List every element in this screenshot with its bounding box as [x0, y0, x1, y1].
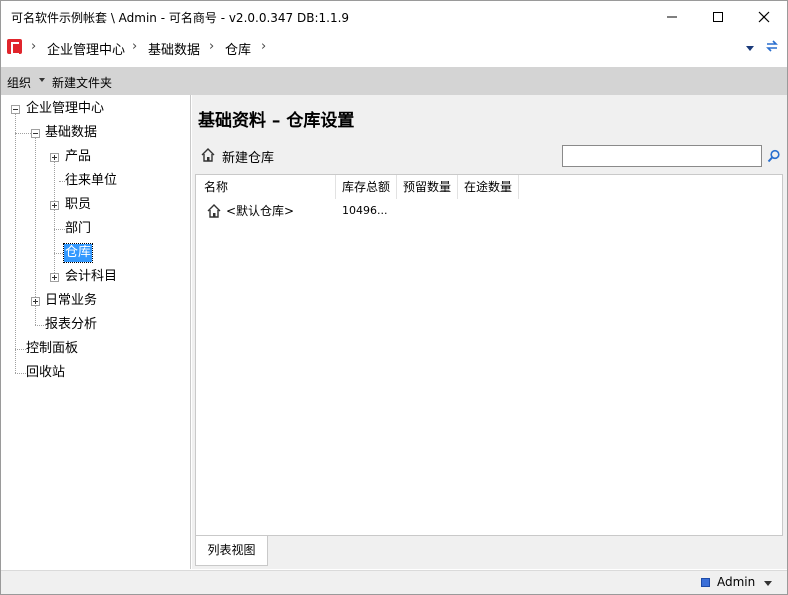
house-icon: [207, 204, 221, 218]
app-logo-icon: [7, 39, 22, 55]
user-icon: [701, 578, 710, 587]
new-warehouse-button[interactable]: 新建仓库: [222, 147, 274, 166]
warehouse-list[interactable]: 名称 库存总额 预留数量 在途数量 <默认仓库> 10496...: [195, 174, 783, 536]
breadcrumb-separator[interactable]: ›: [261, 39, 266, 54]
maximize-icon: [713, 11, 723, 22]
breadcrumb-item-basic-data[interactable]: 基础数据: [148, 39, 200, 58]
collapse-toggle[interactable]: [31, 129, 40, 138]
application-window: 可名软件示例帐套 \ Admin - 可名商号 - v2.0.0.347 DB:…: [0, 0, 788, 595]
main-content: 基础资料 – 仓库设置 新建仓库 名称 库存总额 预留数量 在途数量 <默认仓库…: [192, 95, 787, 569]
tree-node-product[interactable]: 产品: [64, 148, 92, 166]
search-icon[interactable]: [767, 149, 781, 163]
window-title: 可名软件示例帐套 \ Admin - 可名商号 - v2.0.0.347 DB:…: [11, 11, 350, 25]
address-history-dropdown[interactable]: [745, 41, 755, 55]
refresh-icon: [766, 40, 778, 52]
collapse-toggle[interactable]: [11, 105, 20, 114]
search-input[interactable]: [562, 145, 762, 167]
tree-node-department[interactable]: 部门: [64, 220, 92, 238]
maximize-button[interactable]: [695, 1, 741, 32]
breadcrumb-item-warehouse[interactable]: 仓库: [225, 39, 251, 58]
column-header-name[interactable]: 名称: [196, 175, 336, 199]
tree-node-basic-data[interactable]: 基础数据: [44, 124, 98, 142]
table-row[interactable]: <默认仓库> 10496...: [196, 201, 782, 221]
house-icon[interactable]: [200, 147, 216, 163]
chevron-down-icon[interactable]: [764, 581, 772, 586]
expand-toggle[interactable]: [31, 297, 40, 306]
column-header-stock-total[interactable]: 库存总额: [336, 175, 397, 199]
status-bar: Admin: [1, 570, 787, 594]
tree-connector: [15, 133, 31, 134]
breadcrumb-separator[interactable]: ›: [132, 39, 137, 54]
warehouse-name: <默认仓库>: [226, 204, 295, 218]
tree-node-daily-business[interactable]: 日常业务: [44, 292, 98, 310]
address-bar: › 企业管理中心 › 基础数据 › 仓库 ›: [1, 32, 787, 66]
tree-node-reports[interactable]: 报表分析: [44, 316, 98, 334]
organize-menu[interactable]: 组织: [7, 74, 31, 91]
column-header-in-transit[interactable]: 在途数量: [458, 175, 519, 199]
current-user[interactable]: Admin: [717, 575, 755, 589]
tree-node-staff[interactable]: 职员: [64, 196, 92, 214]
tree-node-warehouse[interactable]: 仓库: [62, 243, 94, 263]
new-folder-button[interactable]: 新建文件夹: [52, 74, 112, 91]
chevron-down-icon: [746, 46, 754, 51]
warehouse-stock-total: 10496...: [342, 204, 388, 217]
close-button[interactable]: [741, 1, 787, 32]
refresh-button[interactable]: [763, 37, 781, 58]
title-bar: 可名软件示例帐套 \ Admin - 可名商号 - v2.0.0.347 DB:…: [1, 1, 787, 32]
tree-connector: [54, 161, 55, 277]
tree-node-contacts[interactable]: 往来单位: [64, 172, 118, 190]
minimize-button[interactable]: [649, 1, 695, 32]
column-header-reserved[interactable]: 预留数量: [397, 175, 458, 199]
expand-toggle[interactable]: [50, 153, 59, 162]
tree-node-recycle-bin[interactable]: 回收站: [25, 364, 66, 382]
navigation-tree: 企业管理中心 基础数据 产品 往来单位 职员 部门 仓库 会计科目 日常业务 报…: [1, 95, 191, 569]
tree-connector: [15, 113, 16, 373]
tree-node-accounts[interactable]: 会计科目: [64, 268, 118, 286]
minimize-icon: [667, 16, 677, 17]
expand-toggle[interactable]: [50, 201, 59, 210]
breadcrumb-separator: ›: [31, 39, 37, 54]
close-icon: [758, 11, 770, 22]
chevron-down-icon[interactable]: [39, 78, 45, 82]
tree-node-enterprise[interactable]: 企业管理中心: [25, 100, 105, 118]
tab-list-view[interactable]: 列表视图: [195, 536, 268, 566]
command-toolbar: 组织 新建文件夹: [1, 67, 787, 95]
breadcrumb-item-enterprise[interactable]: 企业管理中心: [47, 39, 125, 58]
breadcrumb-separator[interactable]: ›: [209, 39, 214, 54]
page-title: 基础资料 – 仓库设置: [198, 111, 355, 131]
tree-node-control-panel[interactable]: 控制面板: [25, 340, 79, 358]
expand-toggle[interactable]: [50, 273, 59, 282]
